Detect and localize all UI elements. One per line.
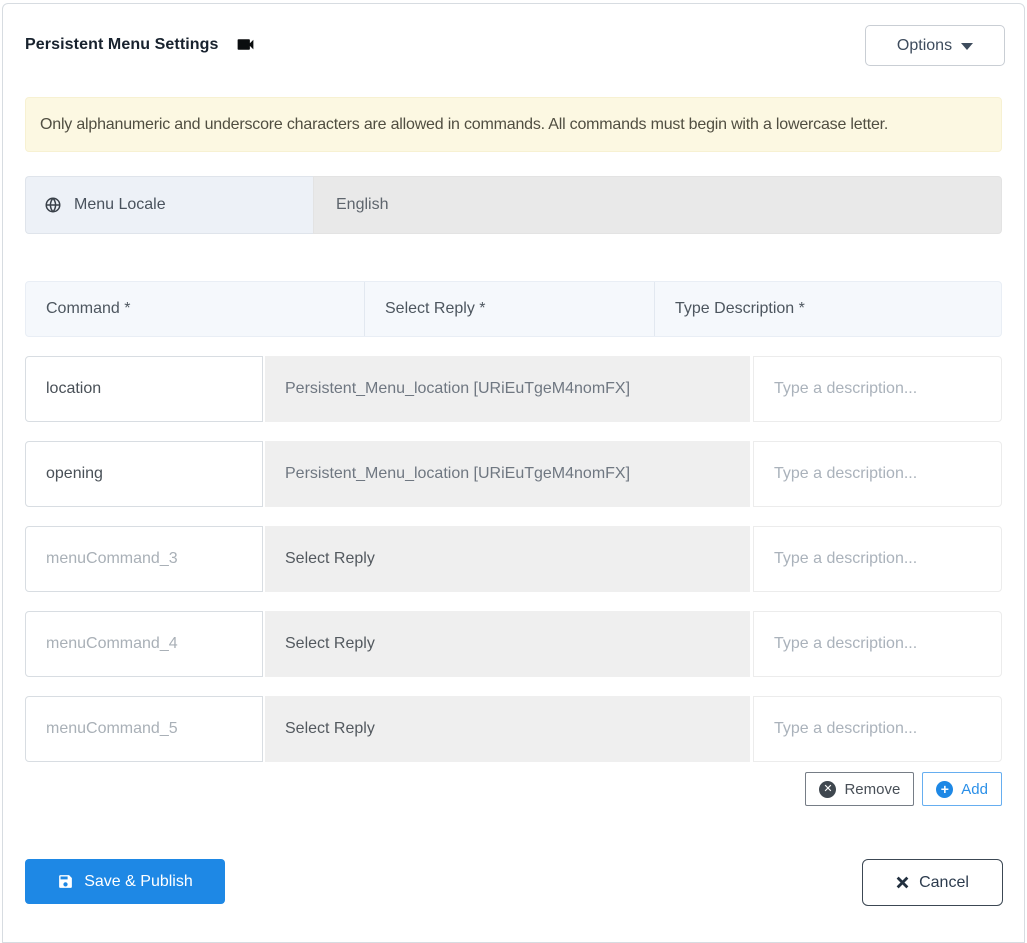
cancel-label: Cancel xyxy=(919,873,969,891)
menu-locale-label: Menu Locale xyxy=(25,176,313,234)
table-row: Persistent_Menu_location [URiEuTgeM4nomF… xyxy=(25,356,1002,422)
select-reply-text: Select Reply xyxy=(285,635,375,652)
floppy-disk-icon xyxy=(59,875,73,888)
command-input[interactable] xyxy=(25,441,263,507)
table-row: Persistent_Menu_location [URiEuTgeM4nomF… xyxy=(25,441,1002,507)
table-row: Select Reply xyxy=(25,526,1002,592)
remove-row-button[interactable]: ✕ Remove xyxy=(805,772,915,806)
select-reply-button[interactable]: Persistent_Menu_location [URiEuTgeM4nomF… xyxy=(265,441,750,507)
persistent-menu-settings-card: Persistent Menu Settings Options Only al… xyxy=(2,3,1025,943)
table-row: Select Reply xyxy=(25,611,1002,677)
description-input[interactable] xyxy=(753,441,1002,507)
menu-locale-label-text: Menu Locale xyxy=(74,196,166,213)
description-input[interactable] xyxy=(753,611,1002,677)
commands-warning-alert: Only alphanumeric and underscore charact… xyxy=(25,97,1002,152)
select-reply-button[interactable]: Select Reply xyxy=(265,696,750,762)
options-button[interactable]: Options xyxy=(865,25,1005,66)
chevron-down-icon xyxy=(961,43,974,50)
column-header-command: Command * xyxy=(46,300,131,317)
row-actions: ✕ Remove + Add xyxy=(25,772,1002,806)
add-row-button[interactable]: + Add xyxy=(922,772,1002,806)
page-title: Persistent Menu Settings xyxy=(25,35,219,53)
save-publish-button[interactable]: Save & Publish xyxy=(25,859,225,904)
description-input[interactable] xyxy=(753,356,1002,422)
command-input[interactable] xyxy=(25,526,263,592)
circle-plus-icon: + xyxy=(936,780,954,798)
select-reply-button[interactable]: Select Reply xyxy=(265,611,750,677)
globe-icon xyxy=(45,197,61,213)
select-reply-text: Persistent_Menu_location [URiEuTgeM4nomF… xyxy=(285,380,631,397)
commands-table: Command * Select Reply * Type Descriptio… xyxy=(25,281,1002,762)
command-input[interactable] xyxy=(25,356,263,422)
add-button-label: Add xyxy=(961,780,988,798)
select-reply-text: Persistent_Menu_location [URiEuTgeM4nomF… xyxy=(285,465,631,482)
commands-table-header: Command * Select Reply * Type Descriptio… xyxy=(25,281,1002,337)
select-reply-button[interactable]: Select Reply xyxy=(265,526,750,592)
circle-x-icon: ✕ xyxy=(819,780,837,798)
column-header-type-description: Type Description * xyxy=(654,282,1001,336)
menu-locale-value-text: English xyxy=(336,196,389,213)
select-reply-text: Select Reply xyxy=(285,720,375,737)
command-input[interactable] xyxy=(25,611,263,677)
select-reply-button[interactable]: Persistent_Menu_location [URiEuTgeM4nomF… xyxy=(265,356,750,422)
options-button-label: Options xyxy=(896,36,953,54)
x-icon xyxy=(896,876,909,889)
cancel-button[interactable]: Cancel xyxy=(862,859,1003,906)
menu-locale-group: Menu Locale English xyxy=(25,176,1002,234)
card-header: Persistent Menu Settings Options xyxy=(3,4,1024,70)
column-header-select-reply: Select Reply * xyxy=(364,282,654,336)
select-reply-text: Select Reply xyxy=(285,550,375,567)
menu-locale-value: English xyxy=(313,176,1002,234)
videocam-icon xyxy=(237,39,253,50)
remove-button-label: Remove xyxy=(844,780,901,798)
description-input[interactable] xyxy=(753,526,1002,592)
card-footer: Save & Publish Cancel xyxy=(3,859,1024,909)
command-input[interactable] xyxy=(25,696,263,762)
table-row: Select Reply xyxy=(25,696,1002,762)
save-publish-label: Save & Publish xyxy=(84,872,193,890)
description-input[interactable] xyxy=(753,696,1002,762)
commands-warning-text: Only alphanumeric and underscore charact… xyxy=(40,115,889,133)
